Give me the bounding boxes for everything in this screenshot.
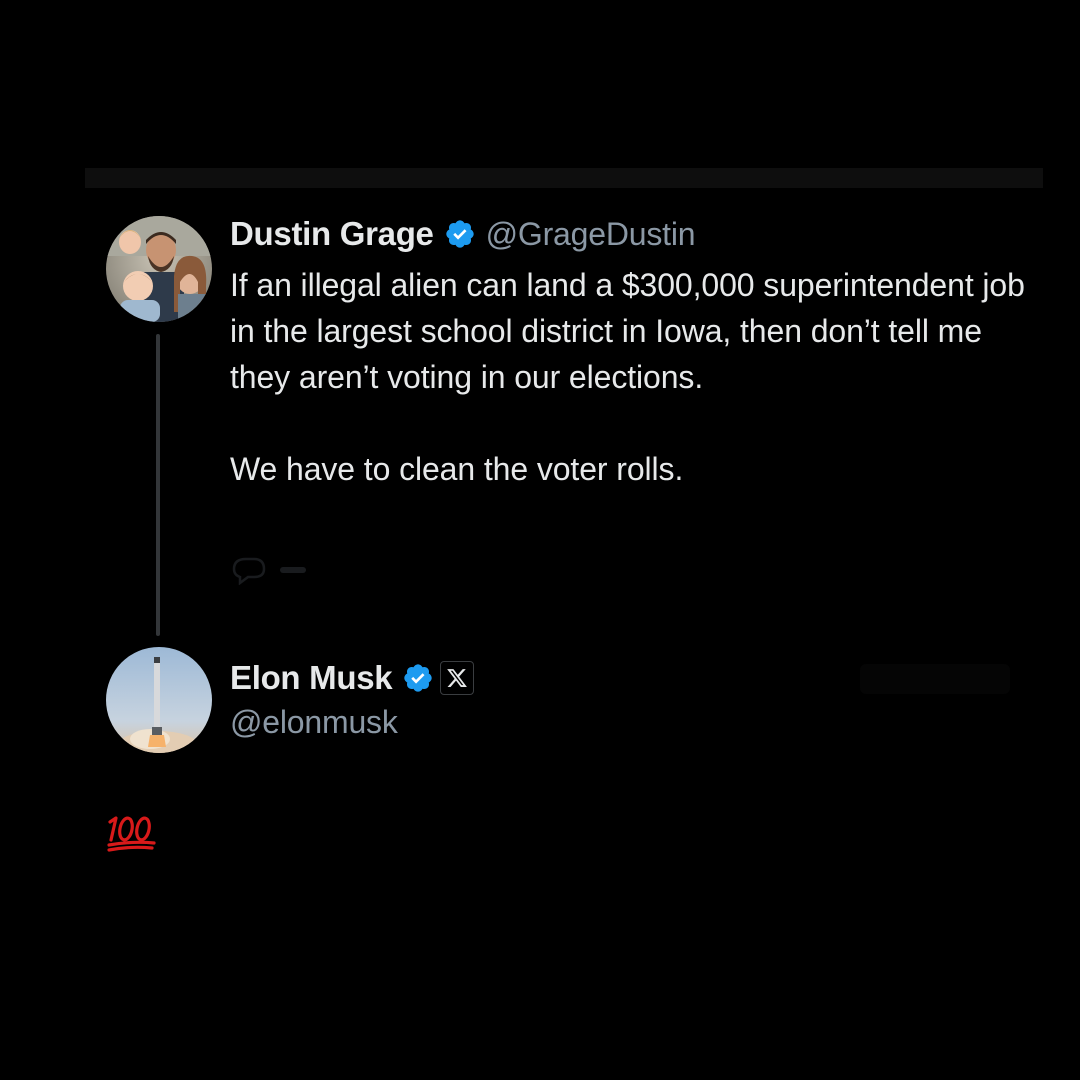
reply-count: [280, 567, 306, 573]
tweet-text-paragraph: If an illegal alien can land a $300,000 …: [230, 267, 1025, 395]
top-divider-strip: [85, 168, 1043, 188]
author-handle[interactable]: @elonmusk: [230, 704, 398, 741]
faded-overlay-artifact: [860, 664, 1010, 694]
avatar-elon-musk[interactable]: [106, 647, 212, 753]
author-name[interactable]: Dustin Grage: [230, 215, 434, 253]
tweet-text: If an illegal alien can land a $300,000 …: [230, 262, 1050, 492]
hundred-points-icon: [107, 816, 156, 852]
verified-badge-icon[interactable]: [444, 218, 476, 250]
verified-badge-icon[interactable]: [402, 662, 434, 694]
author-handle[interactable]: @GrageDustin: [486, 216, 696, 253]
parent-tweet-header: Dustin Grage @GrageDustin: [230, 212, 696, 256]
thread-connector-line: [156, 334, 160, 636]
avatar-dustin-grage[interactable]: [106, 216, 212, 322]
reply-tweet-header: Elon Musk: [230, 656, 475, 700]
reply-icon[interactable]: [232, 557, 266, 585]
author-name[interactable]: Elon Musk: [230, 659, 393, 697]
reply-tweet-text: [106, 814, 158, 859]
x-logo-icon[interactable]: [440, 661, 475, 695]
tweet-action-bar: [232, 557, 306, 585]
tweet-text-paragraph: We have to clean the voter rolls.: [230, 451, 684, 487]
